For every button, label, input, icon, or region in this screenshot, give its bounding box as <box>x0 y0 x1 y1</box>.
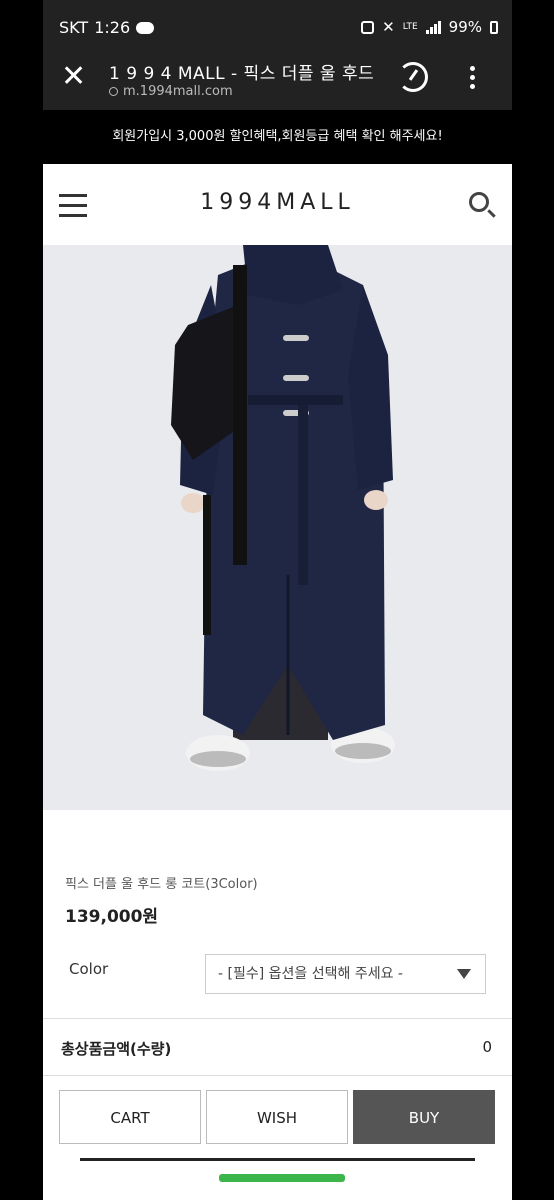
product-price: 139,000원 <box>65 907 159 927</box>
search-icon[interactable] <box>469 192 489 212</box>
close-icon[interactable]: ✕ <box>61 62 86 92</box>
url-bar[interactable]: m.1994mall.com <box>109 84 233 99</box>
phone-screen: SKT 1:26 ✕ LTE 99% ✕ 1 9 9 4 MALL - 픽스 더… <box>43 0 512 1200</box>
url-text: m.1994mall.com <box>123 84 233 99</box>
carrier-label: SKT <box>59 18 89 37</box>
notification-icon <box>361 20 375 34</box>
product-image[interactable] <box>43 245 512 810</box>
browser-toolbar: ✕ 1 9 9 4 MALL - 픽스 더플 울 후드 m.1994mall.c… <box>43 52 512 110</box>
coat-illustration <box>43 245 512 810</box>
site-header: 1994MALL <box>43 164 512 245</box>
divider <box>43 1018 512 1019</box>
cart-button[interactable]: CART <box>59 1090 201 1144</box>
chevron-down-icon <box>457 969 471 979</box>
green-indicator <box>219 1174 345 1182</box>
battery-icon <box>490 20 498 34</box>
option-label: Color <box>69 960 109 978</box>
total-value: 0 <box>482 1038 492 1056</box>
site-logo[interactable]: 1994MALL <box>43 190 512 215</box>
status-bar: SKT 1:26 ✕ LTE 99% <box>43 0 512 52</box>
bottom-bar-line <box>80 1158 475 1161</box>
info-icon <box>109 87 118 96</box>
page-title: 1 9 9 4 MALL - 픽스 더플 울 후드 <box>109 64 375 84</box>
divider <box>43 1075 512 1076</box>
signal-icon <box>425 20 441 34</box>
product-info: 픽스 더플 울 후드 롱 코트(3Color) 139,000원 Color -… <box>43 810 512 1200</box>
product-name: 픽스 더플 울 후드 롱 코트(3Color) <box>65 877 258 892</box>
kebab-icon[interactable] <box>470 66 476 89</box>
buy-button[interactable]: BUY <box>353 1090 495 1144</box>
cloud-icon <box>136 21 155 34</box>
wish-button[interactable]: WISH <box>206 1090 348 1144</box>
promo-banner[interactable]: 회원가입시 3,000원 할인혜택,회원등급 혜택 확인 해주세요! <box>43 110 512 164</box>
color-select-value: - [필수] 옵션을 선택해 주세요 - <box>218 966 403 982</box>
speedometer-icon[interactable] <box>398 62 428 92</box>
battery-level: 99% <box>448 18 482 36</box>
mute-icon: ✕ <box>382 18 395 36</box>
color-select[interactable]: - [필수] 옵션을 선택해 주세요 - <box>205 954 486 994</box>
total-label: 총상품금액(수량) <box>61 1040 172 1058</box>
clock: 1:26 <box>94 18 131 37</box>
network-type: LTE <box>402 21 418 32</box>
